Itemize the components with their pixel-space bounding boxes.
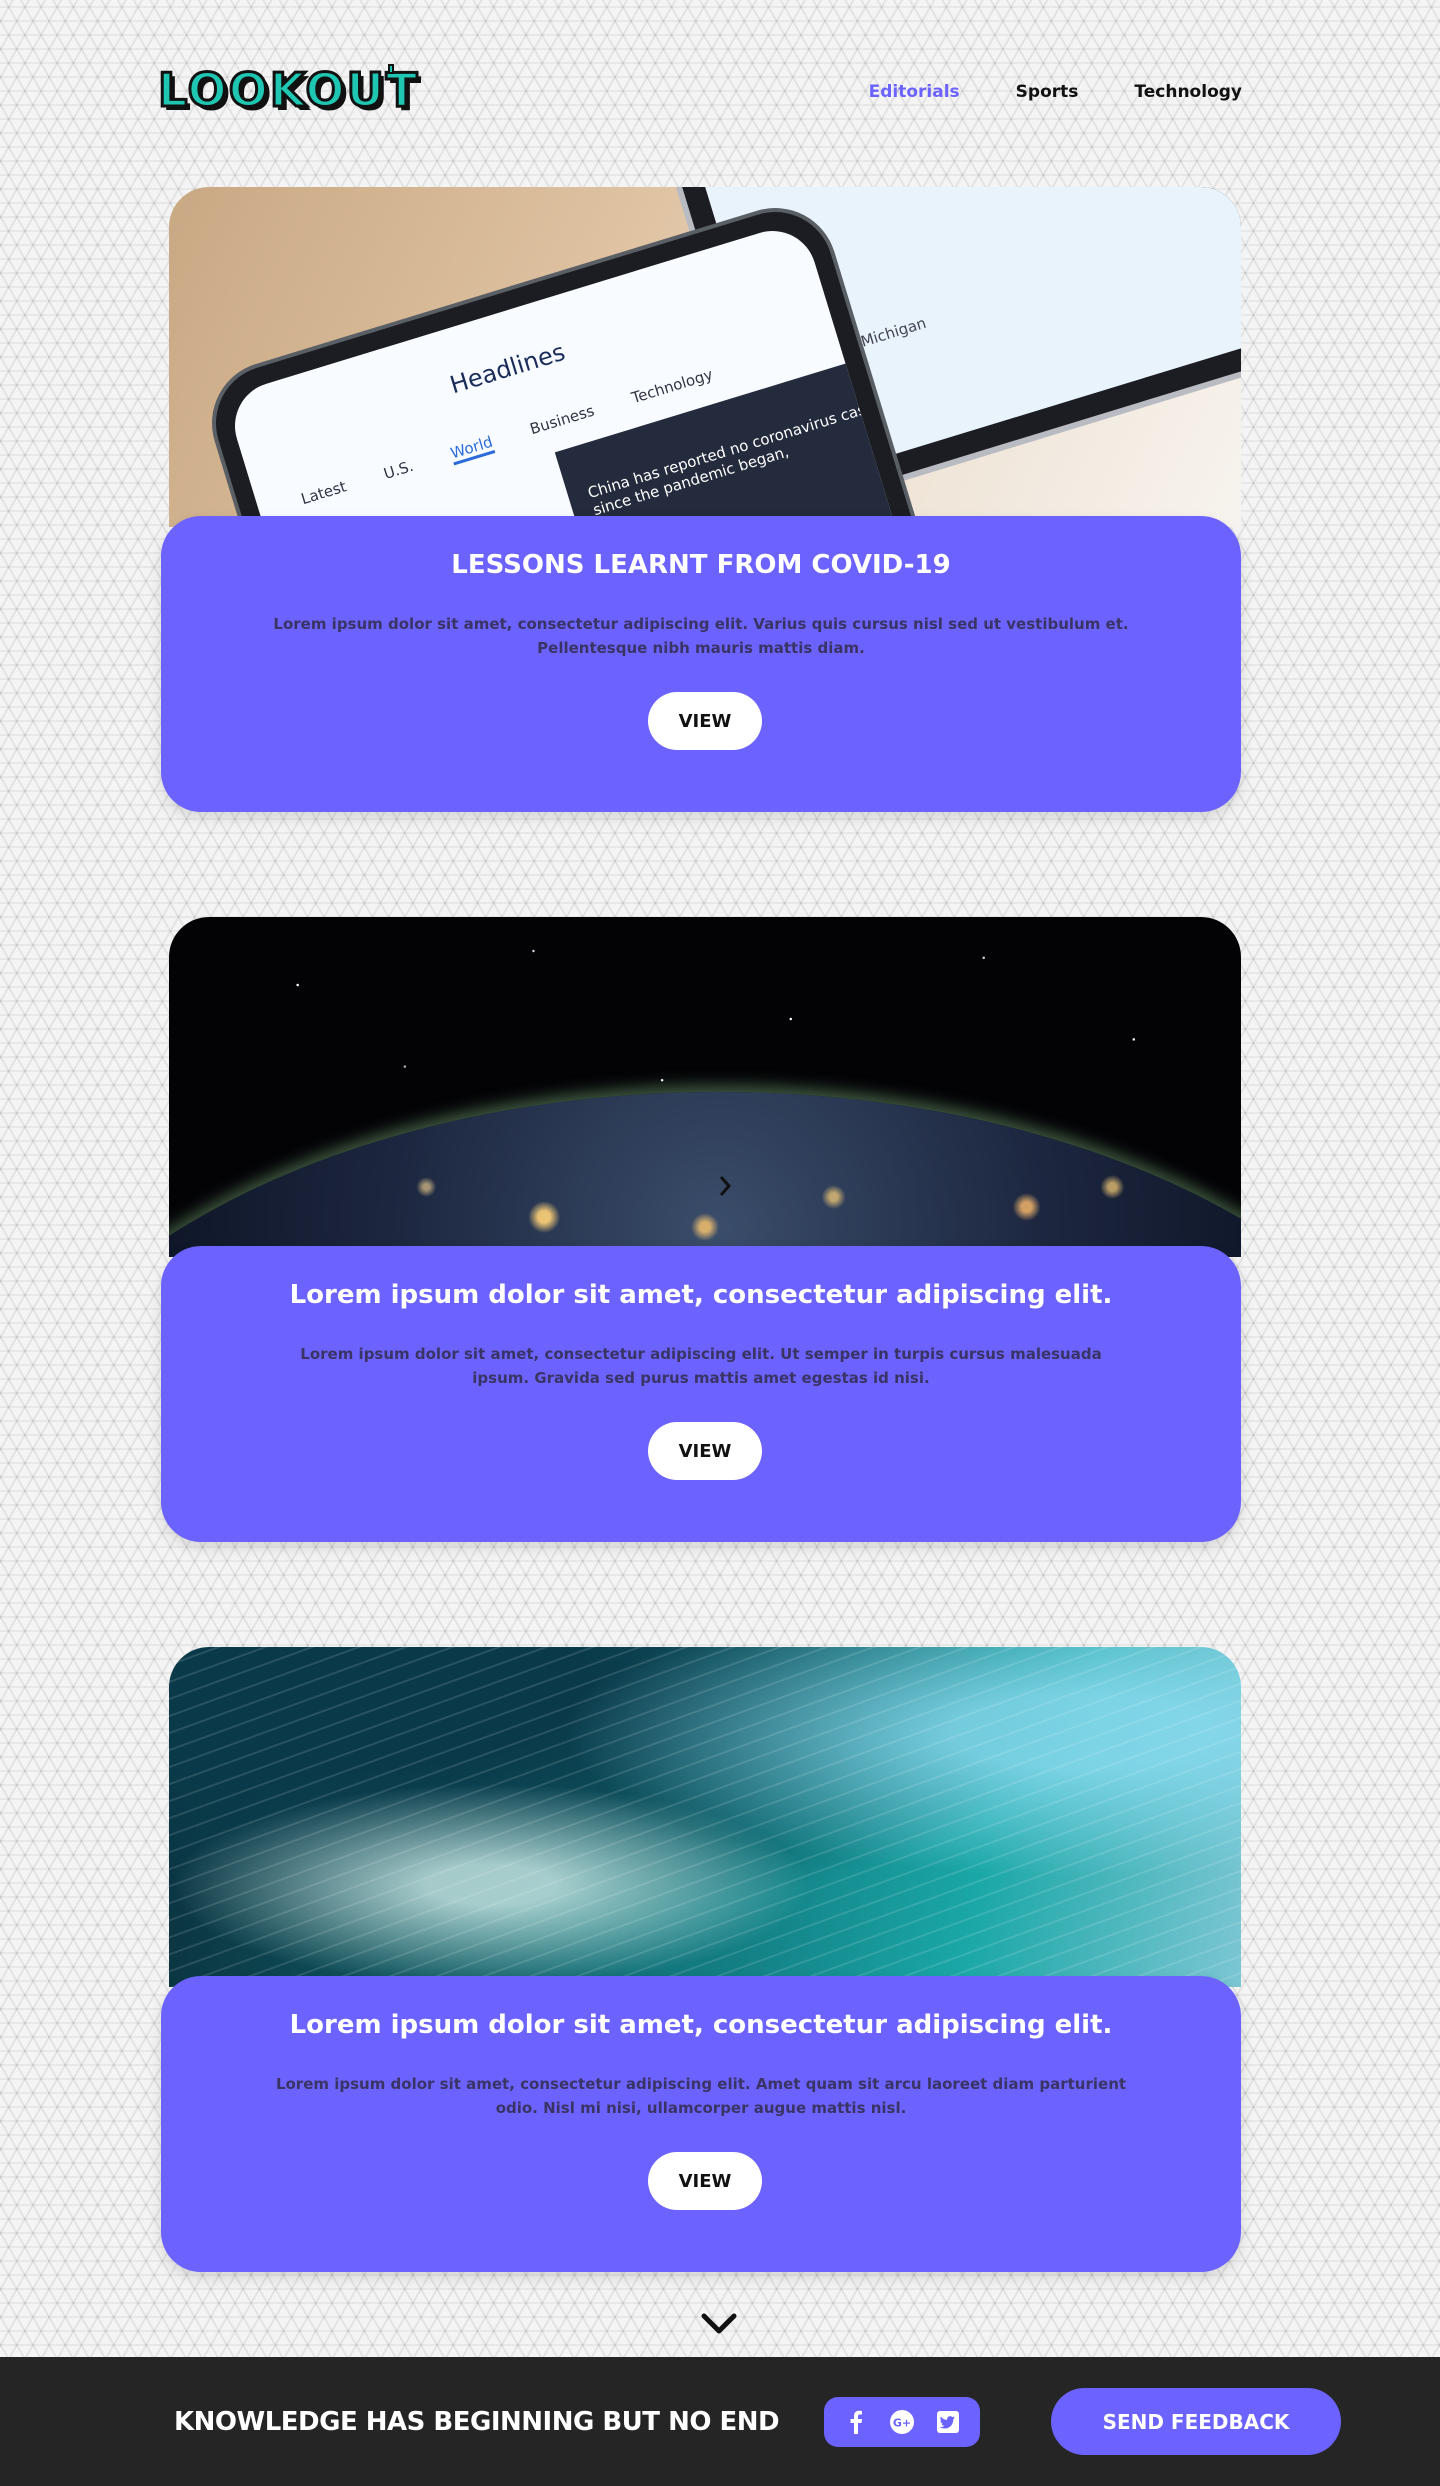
google-plus-icon[interactable]: G+ — [888, 2408, 916, 2436]
article-image-earth — [169, 917, 1241, 1257]
facebook-icon[interactable] — [842, 2408, 870, 2436]
view-button[interactable]: VIEW — [648, 1422, 762, 1480]
social-links: G+ — [824, 2397, 980, 2447]
twitter-icon[interactable] — [934, 2408, 962, 2436]
article-card-1: Track Michigan Headlines Latest U.S. Wor… — [161, 187, 1241, 812]
footer-slogan: KNOWLEDGE HAS BEGINNING BUT NO END — [174, 2407, 780, 2437]
phone-tab: Latest — [298, 477, 349, 509]
article-image-phones: Track Michigan Headlines Latest U.S. Wor… — [169, 187, 1241, 527]
view-button[interactable]: VIEW — [648, 692, 762, 750]
article-title: Lorem ipsum dolor sit amet, consectetur … — [289, 2010, 1113, 2040]
logo[interactable]: LOOKOUT — [156, 62, 419, 119]
article-excerpt: Lorem ipsum dolor sit amet, consectetur … — [300, 1345, 1102, 1387]
view-button[interactable]: VIEW — [648, 2152, 762, 2210]
nav-item-technology[interactable]: Technology — [1134, 82, 1242, 102]
send-feedback-button[interactable]: SEND FEEDBACK — [1051, 2388, 1341, 2455]
article-title: Lorem ipsum dolor sit amet, consectetur … — [289, 1280, 1113, 1310]
article-panel: LESSONS LEARNT FROM COVID-19 Lorem ipsum… — [161, 516, 1241, 812]
phone-tab: Business — [527, 401, 597, 439]
article-excerpt: Lorem ipsum dolor sit amet, consectetur … — [273, 615, 1129, 657]
phone-tab: Technology — [629, 365, 715, 408]
article-title: LESSONS LEARNT FROM COVID-19 — [451, 550, 951, 580]
article-panel: Lorem ipsum dolor sit amet, consectetur … — [161, 1246, 1241, 1542]
city-lights — [169, 1157, 1241, 1257]
phone-tab: World — [448, 432, 496, 466]
site-header: LOOKOUT Editorials Sports Technology — [0, 0, 1440, 180]
article-card-2: Lorem ipsum dolor sit amet, consectetur … — [161, 917, 1241, 1542]
chevron-down-icon[interactable] — [700, 2310, 738, 2338]
phone-tab: U.S. — [381, 456, 416, 483]
article-panel: Lorem ipsum dolor sit amet, consectetur … — [161, 1976, 1241, 2272]
nav-item-sports[interactable]: Sports — [1016, 82, 1079, 102]
article-card-3: Lorem ipsum dolor sit amet, consectetur … — [161, 1647, 1241, 2272]
phone-screen: Headlines Latest U.S. World Business Tec… — [224, 220, 914, 527]
phone-headline: Headlines — [446, 337, 569, 400]
wave-texture — [169, 1647, 1241, 1987]
chevron-right-icon[interactable] — [714, 1172, 736, 1200]
nav-item-editorials[interactable]: Editorials — [869, 82, 960, 102]
main-nav: Editorials Sports Technology — [869, 82, 1242, 102]
article-image-abstract — [169, 1647, 1241, 1987]
phone-device: Headlines Latest U.S. World Business Tec… — [201, 197, 937, 527]
logo-mark — [388, 64, 394, 74]
svg-text:G+: G+ — [893, 2417, 911, 2430]
site-footer: KNOWLEDGE HAS BEGINNING BUT NO END G+ SE… — [0, 2357, 1440, 2486]
phone-news-snippet: China has reported no coronavirus cases … — [554, 347, 914, 527]
article-excerpt: Lorem ipsum dolor sit amet, consectetur … — [275, 2075, 1127, 2117]
